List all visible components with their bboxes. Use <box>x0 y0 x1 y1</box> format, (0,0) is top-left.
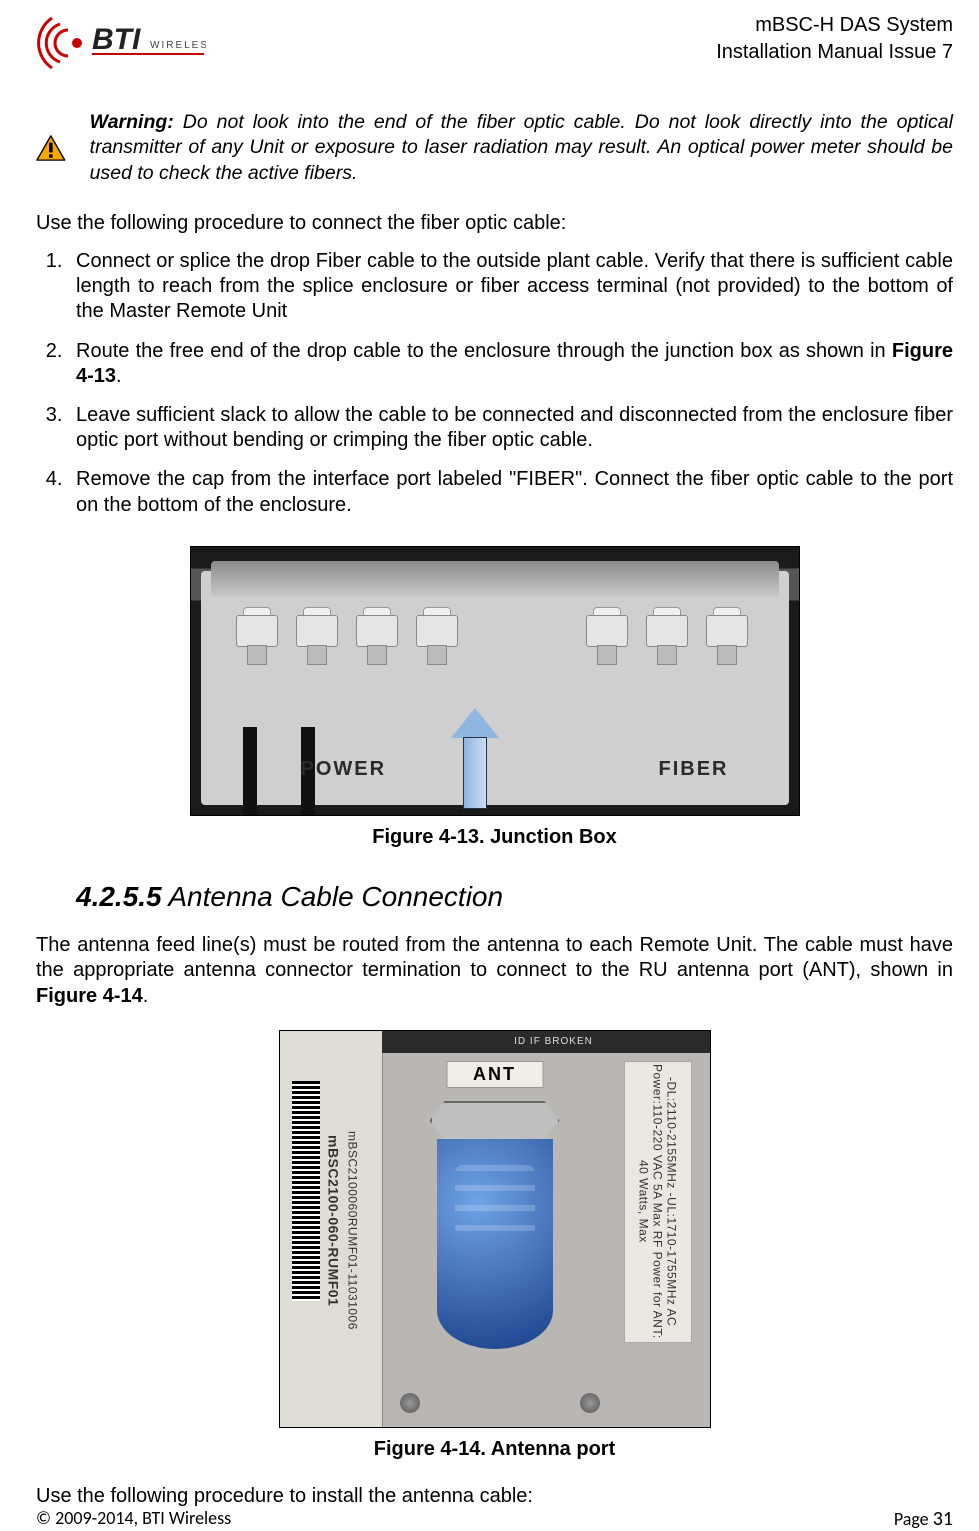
intro-fiber: Use the following procedure to connect t… <box>36 212 953 235</box>
fiber-label: FIBER <box>659 758 729 781</box>
step-4: Remove the cap from the interface port l… <box>68 467 953 517</box>
page-header: BTI WIRELESS mBSC-H DAS System Installat… <box>36 12 953 70</box>
section-title: Antenna Cable Connection <box>162 881 503 912</box>
figure-4-14-caption: Figure 4-14. Antenna port <box>36 1438 953 1461</box>
figure-4-13: POWER FIBER Figure 4-13. Junction Box <box>36 546 953 849</box>
doc-title-line1: mBSC-H DAS System <box>716 12 953 39</box>
power-label: POWER <box>301 758 387 781</box>
svg-text:BTI: BTI <box>92 23 141 56</box>
fiber-steps: Connect or splice the drop Fiber cable t… <box>36 249 953 518</box>
barcode-icon <box>292 1081 320 1301</box>
seal-label: ID IF BROKEN <box>382 1031 710 1053</box>
logo-icon: BTI WIRELESS <box>36 16 206 70</box>
antenna-paragraph: The antenna feed line(s) must be routed … <box>36 933 953 1010</box>
warning-block: Warning: Do not look into the end of the… <box>36 110 953 186</box>
doc-title-line2: Installation Manual Issue 7 <box>716 39 953 66</box>
footer-page: Page 31 <box>894 1507 953 1531</box>
junction-box-image: POWER FIBER <box>190 546 800 816</box>
intro-antenna: Use the following procedure to install t… <box>36 1485 953 1508</box>
step-2: Route the free end of the drop cable to … <box>68 339 953 389</box>
bolt-icon <box>580 1393 600 1413</box>
page-footer: © 2009-2014, BTI Wireless Page 31 <box>36 1507 953 1531</box>
warning-body: Do not look into the end of the fiber op… <box>90 111 953 184</box>
section-number: 4.2.5.5 <box>76 881 162 912</box>
figure-4-14: mBSC2100-060-RUMF01 mBSC2100060RUMF01-11… <box>36 1030 953 1461</box>
connector-icon <box>422 1101 568 1349</box>
model-label-2: mBSC2100060RUMF01-11031006 <box>346 1081 360 1381</box>
warning-label: Warning: <box>90 111 174 133</box>
bolt-icon <box>400 1393 420 1413</box>
warning-icon <box>36 119 66 177</box>
svg-text:WIRELESS: WIRELESS <box>150 40 206 51</box>
brand-logo: BTI WIRELESS <box>36 16 206 70</box>
arrow-up-icon <box>451 708 499 809</box>
doc-title: mBSC-H DAS System Installation Manual Is… <box>716 12 953 66</box>
step-1: Connect or splice the drop Fiber cable t… <box>68 249 953 325</box>
section-heading: 4.2.5.5 Antenna Cable Connection <box>36 881 953 913</box>
spec-label: -DL:2110-2155MHz -UL:1710-1755MHz AC Pow… <box>624 1061 692 1343</box>
ant-label: ANT <box>446 1061 543 1088</box>
step-3: Leave sufficient slack to allow the cabl… <box>68 403 953 453</box>
model-label-1: mBSC2100-060-RUMF01 <box>326 1081 342 1361</box>
footer-copyright: © 2009-2014, BTI Wireless <box>36 1507 231 1531</box>
warning-text: Warning: Do not look into the end of the… <box>90 110 953 186</box>
antenna-port-image: mBSC2100-060-RUMF01 mBSC2100060RUMF01-11… <box>279 1030 711 1428</box>
figure-4-13-caption: Figure 4-13. Junction Box <box>36 826 953 849</box>
